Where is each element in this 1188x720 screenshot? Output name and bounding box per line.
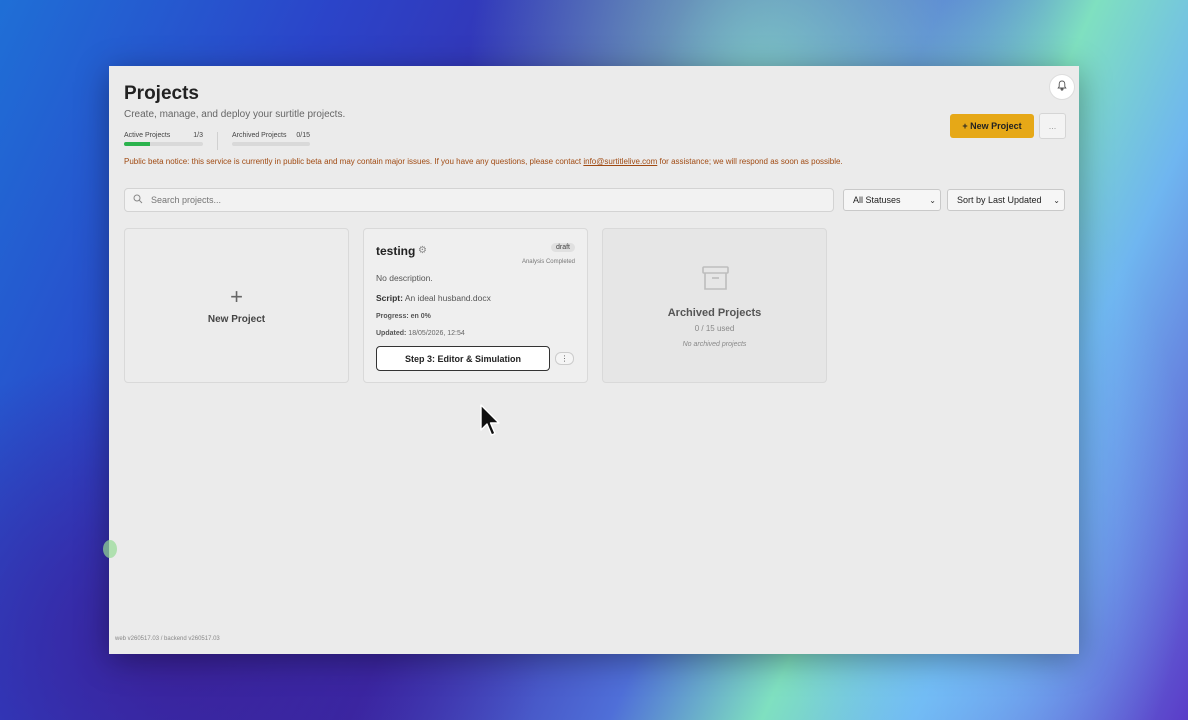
script-label: Script: xyxy=(376,293,403,303)
page-subtitle: Create, manage, and deploy your surtitle… xyxy=(124,109,346,120)
contact-email-link[interactable]: info@surtitlelive.com xyxy=(583,157,657,166)
gear-icon[interactable]: ⚙ xyxy=(418,245,427,256)
search-icon xyxy=(133,194,143,207)
archived-projects-label: Archived Projects xyxy=(232,132,287,139)
chevron-down-icon: ⌄ xyxy=(929,195,936,205)
plus-icon: + xyxy=(230,284,243,309)
new-project-card[interactable]: + New Project xyxy=(124,228,349,383)
active-projects-value: 1/3 xyxy=(193,132,203,139)
archived-card-empty: No archived projects xyxy=(682,341,747,348)
status-badge: draft xyxy=(550,243,575,252)
app-window: Projects Create, manage, and deploy your… xyxy=(103,66,1079,654)
kebab-icon: ⋮ xyxy=(560,353,569,363)
version-footer: web v260517.03 / backend v260517.03 xyxy=(115,636,220,642)
archive-box-icon xyxy=(702,266,729,296)
archived-projects-stat: Archived Projects 0/15 xyxy=(232,132,310,146)
project-updated: Updated: 18/05/2026, 12:54 xyxy=(376,330,465,337)
active-projects-bar-fill xyxy=(124,142,151,146)
active-projects-stat: Active Projects 1/3 xyxy=(124,132,203,146)
new-project-card-label: New Project xyxy=(207,314,266,325)
mouse-cursor-icon xyxy=(480,404,500,436)
beta-notice-text: Public beta notice: this service is curr… xyxy=(124,157,584,166)
progress-label: Progress: xyxy=(376,313,409,320)
archived-projects-card[interactable]: Archived Projects 0 / 15 used No archive… xyxy=(602,228,827,383)
chevron-down-icon: ⌄ xyxy=(1053,195,1060,205)
updated-label: Updated: xyxy=(376,330,407,337)
project-description: No description. xyxy=(376,273,433,283)
archived-projects-value: 0/15 xyxy=(296,132,310,139)
notifications-button[interactable] xyxy=(1049,74,1075,100)
search-input[interactable] xyxy=(149,194,813,206)
beta-notice: Public beta notice: this service is curr… xyxy=(124,157,843,166)
active-projects-bar xyxy=(124,142,203,146)
new-project-button[interactable]: + New Project xyxy=(950,114,1034,138)
script-value: An ideal husband.docx xyxy=(404,293,491,303)
beta-notice-text-end: for assistance; we will respond as soon … xyxy=(657,157,843,166)
archived-card-title: Archived Projects xyxy=(667,307,762,319)
sort-value: Sort by Last Updated xyxy=(957,195,1042,205)
progress-value: en 0% xyxy=(410,313,431,320)
active-projects-label: Active Projects xyxy=(124,132,171,139)
search-bar[interactable] xyxy=(124,188,834,212)
sort-select[interactable]: Sort by Last Updated ⌄ xyxy=(947,189,1065,211)
project-card[interactable]: testing ⚙ draft Analysis Completed No de… xyxy=(363,228,588,383)
project-name: testing xyxy=(376,244,416,258)
more-options-button[interactable]: ... xyxy=(1039,113,1066,139)
archived-card-used: 0 / 15 used xyxy=(694,324,735,333)
analysis-status: Analysis Completed xyxy=(521,259,575,265)
status-filter-select[interactable]: All Statuses ⌄ xyxy=(843,189,941,211)
page-title: Projects xyxy=(124,83,199,104)
bell-icon xyxy=(1057,80,1067,94)
project-script: Script: An ideal husband.docx xyxy=(376,293,491,303)
archived-projects-bar xyxy=(232,142,310,146)
step-editor-simulation-button[interactable]: Step 3: Editor & Simulation xyxy=(376,346,550,371)
stats-divider xyxy=(217,132,218,150)
project-progress: Progress: en 0% xyxy=(376,313,431,320)
side-indicator[interactable] xyxy=(103,540,117,558)
status-filter-value: All Statuses xyxy=(853,195,901,205)
updated-value: 18/05/2026, 12:54 xyxy=(408,330,465,337)
project-menu-button[interactable]: ⋮ xyxy=(555,352,574,365)
